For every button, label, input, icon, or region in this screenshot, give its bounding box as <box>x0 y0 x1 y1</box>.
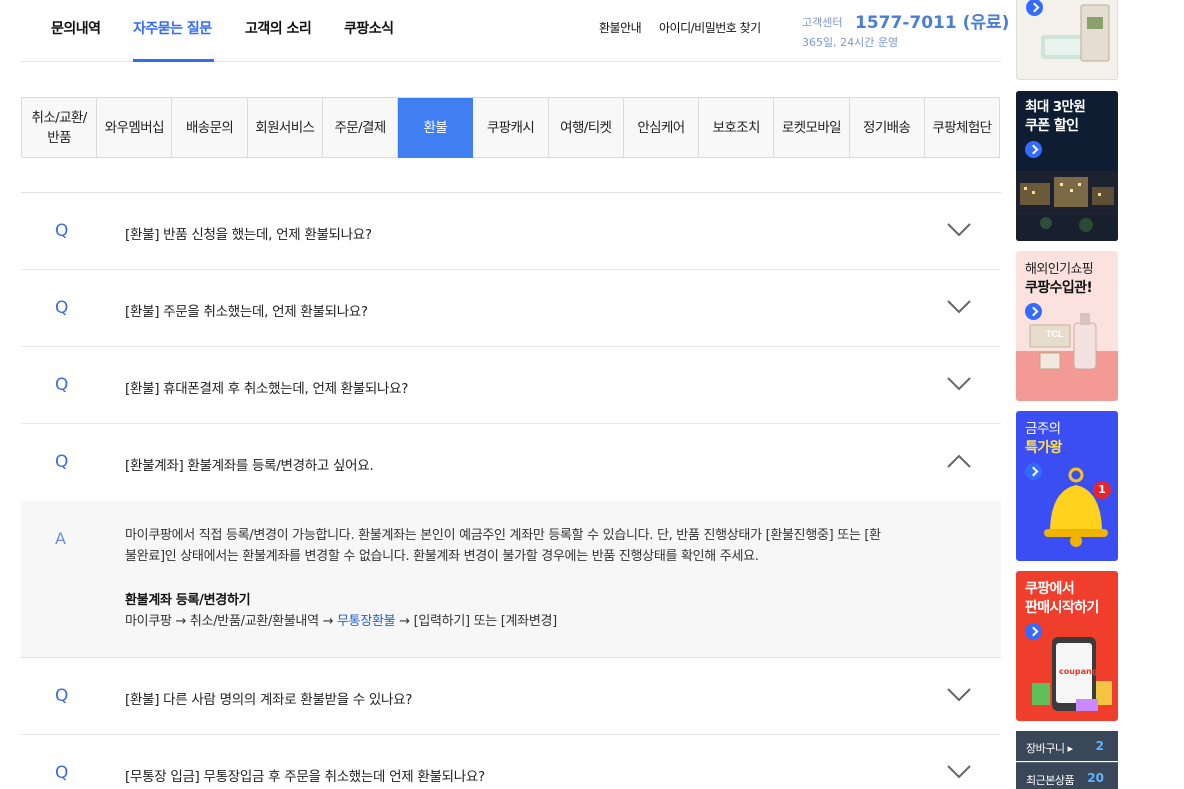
cart-label: 장바구니 ▸ <box>1026 742 1073 755</box>
svg-text:TCL: TCL <box>1046 329 1064 339</box>
category-delivery[interactable]: 배송문의 <box>172 98 248 158</box>
chevron-down-icon[interactable] <box>947 223 971 237</box>
customer-center-phone: 1577-7011 (유료) <box>855 13 1010 33</box>
recent-items-count: 20 <box>1087 771 1104 785</box>
category-refund[interactable]: 환불 <box>398 98 474 158</box>
recent-items-shortcut[interactable]: 최근본상품 20 <box>1016 762 1118 789</box>
faq-answer-panel: A 마이쿠팡에서 직접 등록/변경이 가능합니다. 환불계좌는 본인이 예금주인… <box>21 501 1001 658</box>
faq-question-row[interactable]: Q [무통장 입금] 무통장입금 후 주문을 취소했는데 언제 환불되나요? <box>21 735 1001 789</box>
tab-faq[interactable]: 자주묻는 질문 <box>133 18 212 38</box>
category-order-payment[interactable]: 주문/결제 <box>322 98 399 158</box>
path-suffix: → [입력하기] 또는 [계좌변경] <box>395 614 557 629</box>
category-wow-membership[interactable]: 와우멤버십 <box>97 98 173 158</box>
banner-subtitle: 쿠팡수입관! <box>1025 280 1093 296</box>
notification-badge: 1 <box>1093 481 1111 499</box>
top-nav: 문의내역 자주묻는 질문 고객의 소리 쿠팡소식 환불안내 아이디/비밀번호 찾… <box>21 0 1009 62</box>
category-cancel-exchange-return[interactable]: 취소/교환/반품 <box>22 98 98 158</box>
phone-shop-photo-icon <box>1032 637 1112 711</box>
cart-shortcut[interactable]: 장바구니 ▸ 2 <box>1016 731 1118 761</box>
chevron-down-icon[interactable] <box>947 688 971 702</box>
answer-body: 마이쿠팡에서 직접 등록/변경이 가능합니다. 환불계좌는 본인이 예금주인 계… <box>125 525 975 567</box>
question-text: [환불계좌] 환불계좌를 등록/변경하고 싶어요. <box>125 458 374 474</box>
path-prefix: 마이쿠팡 → 취소/반품/교환/환불내역 → <box>125 614 337 629</box>
chevron-down-icon[interactable] <box>947 300 971 314</box>
faq-question-row[interactable]: Q [환불] 다른 사람 명의의 계좌로 환불받을 수 있나요? <box>21 658 1001 735</box>
question-text: [환불] 주문을 취소했는데, 언제 환불되나요? <box>125 304 368 320</box>
find-id-password-link[interactable]: 아이디/비밀번호 찾기 <box>659 19 761 36</box>
bank-refund-link[interactable]: 무통장환불 <box>337 614 396 629</box>
category-coupang-cash[interactable]: 쿠팡캐시 <box>473 98 549 158</box>
category-experience-group[interactable]: 쿠팡체험단 <box>924 98 1001 158</box>
product-photo-icon <box>1041 4 1110 62</box>
answer-subtitle: 환불계좌 등록/변경하기 <box>125 593 251 608</box>
question-text: [무통장 입금] 무통장입금 후 주문을 취소했는데 언제 환불되나요? <box>125 769 485 785</box>
question-marker: Q <box>55 221 69 241</box>
badge-count: 1 <box>1098 483 1106 496</box>
banner-title: 해외인기쇼핑 <box>1025 262 1094 277</box>
chevron-up-icon[interactable] <box>947 454 971 468</box>
category-subscription[interactable]: 정기배송 <box>849 98 925 158</box>
refund-guide-link[interactable]: 환불안내 <box>599 19 642 36</box>
coupang-logo: coupang <box>1059 667 1098 676</box>
category-rocket-mobile[interactable]: 로켓모바일 <box>774 98 850 158</box>
category-label: 취소/교환/반품 <box>31 109 88 146</box>
chevron-down-icon[interactable] <box>947 765 971 779</box>
banner-subtitle: 쿠폰 할인 <box>1025 118 1079 134</box>
tab-coupang-news[interactable]: 쿠팡소식 <box>344 18 394 38</box>
answer-line: 불완료]인 상태에서는 환불계좌를 변경할 수 없습니다. 환불계좌 변경이 불… <box>125 549 759 564</box>
cart-count: 2 <box>1095 739 1104 753</box>
question-marker: Q <box>55 452 69 472</box>
tab-inquiry-history[interactable]: 문의내역 <box>51 18 101 38</box>
question-marker: Q <box>55 298 69 318</box>
category-travel-ticket[interactable]: 여행/티켓 <box>548 98 624 158</box>
customer-center-hours: 365일, 24시간 운영 <box>802 36 899 49</box>
arrow-circle-icon <box>1025 141 1042 158</box>
banner-import-shop[interactable]: TCL 해외인기쇼핑 쿠팡수입관! <box>1016 251 1118 401</box>
answer-line: 마이쿠팡에서 직접 등록/변경이 가능합니다. 환불계좌는 본인이 예금주인 계… <box>125 528 881 543</box>
customer-center-label: 고객센터 <box>802 16 843 29</box>
question-marker: Q <box>55 375 69 395</box>
question-text: [환불] 반품 신청을 했는데, 언제 환불되나요? <box>125 227 372 243</box>
faq-category-grid: 취소/교환/반품 와우멤버십 배송문의 회원서비스 주문/결제 환불 쿠팡캐시 … <box>21 97 1001 158</box>
banner-product[interactable] <box>1016 0 1118 80</box>
answer-menu-path: 마이쿠팡 → 취소/반품/교환/환불내역 → 무통장환불 → [입력하기] 또는… <box>125 610 557 629</box>
question-marker: Q <box>55 763 69 783</box>
chevron-down-icon[interactable] <box>947 377 971 391</box>
banner-start-selling[interactable]: 쿠팡에서 판매시작하기 coupang <box>1016 571 1118 721</box>
faq-question-row[interactable]: Q [환불] 반품 신청을 했는데, 언제 환불되나요? <box>21 193 1001 270</box>
category-protection[interactable]: 보호조치 <box>699 98 775 158</box>
category-safe-care[interactable]: 안심케어 <box>623 98 700 158</box>
banner-title: 최대 3만원 <box>1025 99 1086 115</box>
active-tab-underline <box>133 59 214 62</box>
recent-items-label: 최근본상품 <box>1026 774 1075 787</box>
question-text: [환불] 다른 사람 명의의 계좌로 환불받을 수 있나요? <box>125 692 413 708</box>
faq-question-row[interactable]: Q [환불] 휴대폰결제 후 취소했는데, 언제 환불되나요? <box>21 347 1001 424</box>
faq-list: Q [환불] 반품 신청을 했는데, 언제 환불되나요? Q [환불] 주문을 … <box>21 192 1001 789</box>
faq-question-row[interactable]: Q [환불] 주문을 취소했는데, 언제 환불되나요? <box>21 270 1001 347</box>
faq-question-row-expanded[interactable]: Q [환불계좌] 환불계좌를 등록/변경하고 싶어요. <box>21 424 1001 501</box>
category-member-service[interactable]: 회원서비스 <box>247 98 323 158</box>
tab-customer-voice[interactable]: 고객의 소리 <box>245 18 312 38</box>
question-text: [환불] 휴대폰결제 후 취소했는데, 언제 환불되나요? <box>125 381 409 397</box>
arrow-circle-icon <box>1025 303 1042 320</box>
question-marker: Q <box>55 686 69 706</box>
answer-marker: A <box>55 529 66 548</box>
banner-weekly-deal[interactable]: 금주의 특가왕 1 <box>1016 411 1118 561</box>
banner-coupon[interactable]: 최대 3만원 쿠폰 할인 <box>1016 91 1118 241</box>
